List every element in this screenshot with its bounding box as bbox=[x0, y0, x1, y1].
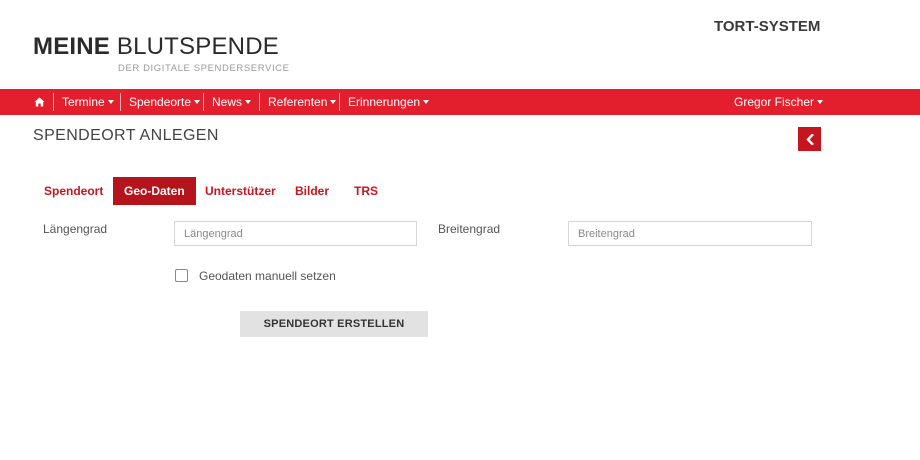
nav-user-menu[interactable]: Gregor Fischer bbox=[727, 89, 830, 115]
logo-title-bold: MEINE bbox=[33, 33, 111, 60]
system-name: TORT-SYSTEM bbox=[714, 18, 821, 35]
manual-geodata-checkbox[interactable] bbox=[175, 269, 188, 282]
logo-title-light: BLUTSPENDE bbox=[116, 33, 279, 60]
tab-unterstuetzer[interactable]: Unterstützer bbox=[194, 177, 287, 205]
nav-item-label: News bbox=[212, 95, 243, 109]
caret-down-icon bbox=[245, 99, 252, 104]
tab-spendeort[interactable]: Spendeort bbox=[33, 177, 114, 205]
tab-geo-daten[interactable]: Geo-Daten bbox=[113, 177, 196, 205]
main-navbar: Termine Spendeorte News Referenten Erinn… bbox=[0, 89, 920, 115]
nav-item-referenten[interactable]: Referenten bbox=[261, 89, 343, 115]
manual-geodata-label: Geodaten manuell setzen bbox=[199, 269, 336, 283]
nav-item-erinnerungen[interactable]: Erinnerungen bbox=[341, 89, 436, 115]
home-icon bbox=[34, 97, 45, 107]
back-button[interactable] bbox=[798, 127, 821, 151]
nav-home[interactable] bbox=[27, 89, 52, 115]
create-spendeort-button[interactable]: SPENDEORT ERSTELLEN bbox=[240, 311, 428, 337]
logo-subtitle: DER DIGITALE SPENDERSERVICE bbox=[118, 63, 290, 74]
logo-title: MEINE BLUTSPENDE bbox=[33, 34, 279, 60]
nav-separator bbox=[120, 93, 121, 111]
caret-down-icon bbox=[423, 99, 430, 104]
nav-item-termine[interactable]: Termine bbox=[55, 89, 121, 115]
page-title: SPENDEORT ANLEGEN bbox=[33, 127, 219, 144]
nav-item-news[interactable]: News bbox=[205, 89, 258, 115]
tab-bilder[interactable]: Bilder bbox=[284, 177, 340, 205]
logo: MEINE BLUTSPENDE DER DIGITALE SPENDERSER… bbox=[33, 34, 289, 75]
caret-down-icon bbox=[194, 99, 201, 104]
user-name: Gregor Fischer bbox=[734, 95, 815, 109]
tab-trs[interactable]: TRS bbox=[343, 177, 389, 205]
nav-item-label: Erinnerungen bbox=[348, 95, 421, 109]
nav-separator bbox=[53, 93, 54, 111]
longitude-label: Längengrad bbox=[43, 222, 108, 236]
nav-item-spendeorte[interactable]: Spendeorte bbox=[122, 89, 207, 115]
caret-down-icon bbox=[330, 99, 337, 104]
latitude-label: Breitengrad bbox=[438, 222, 501, 236]
nav-separator bbox=[339, 93, 340, 111]
nav-item-label: Spendeorte bbox=[129, 95, 192, 109]
chevron-left-icon bbox=[805, 133, 814, 145]
caret-down-icon bbox=[817, 99, 824, 104]
nav-separator bbox=[203, 93, 204, 111]
longitude-input[interactable] bbox=[174, 221, 417, 246]
latitude-input[interactable] bbox=[568, 221, 812, 246]
nav-separator bbox=[259, 93, 260, 111]
nav-item-label: Termine bbox=[62, 95, 105, 109]
caret-down-icon bbox=[107, 99, 114, 104]
nav-item-label: Referenten bbox=[268, 95, 328, 109]
